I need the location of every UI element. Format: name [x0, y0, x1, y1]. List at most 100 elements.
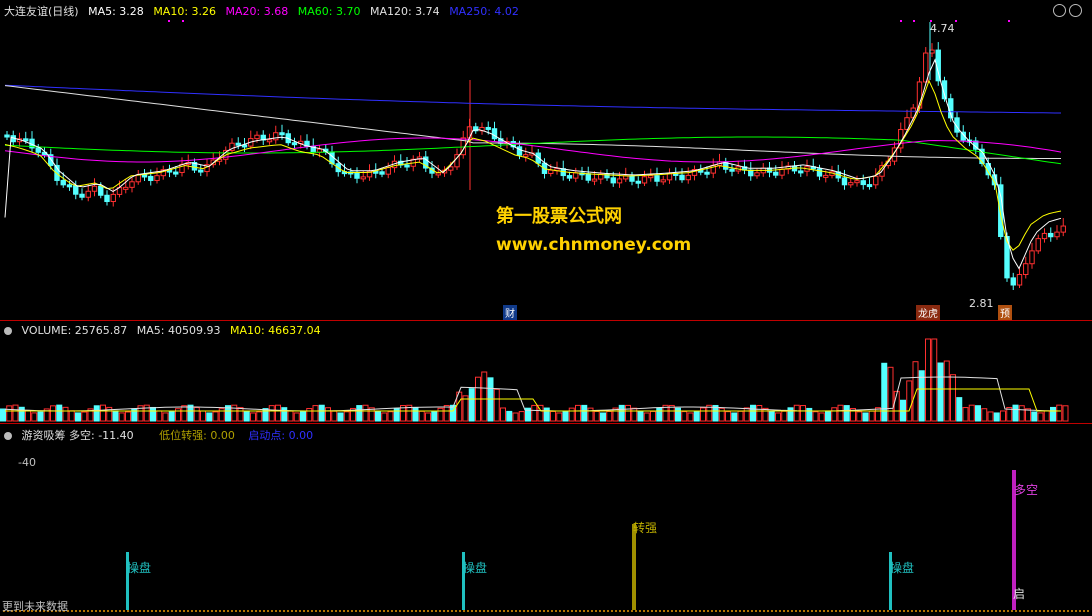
- baseline-dot: [631, 610, 633, 612]
- collapse-icon[interactable]: [4, 432, 12, 440]
- baseline-dot: [1031, 610, 1033, 612]
- future-data-link[interactable]: 更到未来数据: [2, 598, 68, 614]
- baseline-dot: [771, 610, 773, 612]
- volume-bar: [912, 361, 919, 422]
- baseline-dot: [407, 610, 409, 612]
- candlestick-chart[interactable]: [0, 0, 1092, 320]
- volume-bar: [243, 410, 250, 422]
- volume-bar: [993, 412, 1000, 422]
- baseline-dot: [831, 610, 833, 612]
- baseline-dot: [971, 610, 973, 612]
- volume-bar: [531, 404, 538, 422]
- volume-bar: [187, 404, 194, 422]
- volume-bar: [1012, 404, 1019, 422]
- baseline-dot: [923, 610, 925, 612]
- volume-bar: [393, 407, 400, 422]
- maximize-icon[interactable]: [1053, 4, 1066, 17]
- baseline-dot: [551, 610, 553, 612]
- volume-bar: [118, 412, 125, 422]
- volume-bar: [931, 338, 938, 422]
- indicator-chart[interactable]: 操盘 操盘 操盘 转强 多空启: [0, 424, 1092, 616]
- volume-bar: [500, 407, 506, 422]
- baseline-dot: [807, 610, 809, 612]
- baseline-dot: [783, 610, 785, 612]
- volume-bar: [331, 410, 338, 422]
- volume-bar: [862, 412, 869, 422]
- candle-body: [154, 175, 160, 181]
- candle-body: [1016, 274, 1023, 286]
- volume-bar: [1018, 405, 1025, 422]
- baseline-dot: [139, 610, 141, 612]
- volume-bar: [493, 388, 500, 422]
- baseline-dot: [131, 610, 133, 612]
- baseline-dot: [615, 610, 617, 612]
- scale-label: -40: [18, 456, 36, 469]
- baseline-dot: [867, 610, 869, 612]
- label-duokong: 多空: [1014, 483, 1038, 497]
- baseline-dot: [607, 610, 609, 612]
- price-panel[interactable]: 大连友谊(日线) MA5: 3.28 MA10: 3.26 MA20: 3.68…: [0, 0, 1092, 320]
- tag-financial[interactable]: 财: [503, 305, 517, 320]
- baseline-dot: [755, 610, 757, 612]
- baseline-dot: [235, 610, 237, 612]
- legend-vol-ma10: MA10: 46637.04: [229, 324, 321, 337]
- volume-bar: [825, 410, 831, 422]
- close-icon[interactable]: [1069, 4, 1082, 17]
- candle-body: [23, 138, 29, 142]
- volume-bar: [512, 412, 519, 422]
- candle-body: [123, 186, 129, 190]
- baseline-dot: [459, 610, 461, 612]
- candle-body: [91, 185, 98, 192]
- baseline-dot: [891, 610, 893, 612]
- baseline-dot: [523, 610, 525, 612]
- volume-bar: [162, 412, 169, 422]
- baseline-dot: [967, 610, 969, 612]
- baseline-dot: [583, 610, 585, 612]
- baseline-dot: [1007, 610, 1009, 612]
- candle-body: [1010, 277, 1016, 286]
- tag-dragon-tiger[interactable]: 龙虎: [916, 305, 940, 320]
- baseline-dot: [1059, 610, 1061, 612]
- candle-body: [1029, 250, 1035, 265]
- volume-bar: [31, 412, 38, 422]
- stock-title: 大连友谊(日线): [4, 5, 79, 18]
- volume-bar: [768, 411, 775, 422]
- signal-dot: [900, 20, 902, 22]
- baseline-dot: [663, 610, 665, 612]
- volume-bar: [1062, 405, 1069, 422]
- volume-bar: [312, 405, 319, 422]
- label-zhuanqiang: 转强: [633, 520, 657, 535]
- volume-bar: [375, 410, 381, 422]
- candle-body: [654, 175, 660, 182]
- baseline-dot: [871, 610, 873, 612]
- volume-bar: [412, 407, 419, 422]
- baseline-dot: [327, 610, 329, 612]
- baseline-dot: [187, 610, 189, 612]
- volume-bar: [687, 412, 694, 422]
- volume-bar: [625, 404, 631, 422]
- volume-bar: [568, 407, 575, 422]
- candle-body: [516, 146, 523, 156]
- baseline-dot: [1039, 610, 1041, 612]
- baseline-dot: [379, 610, 381, 612]
- baseline-dot: [735, 610, 737, 612]
- volume-bar: [318, 404, 325, 422]
- baseline-dot: [791, 610, 793, 612]
- volume-bar: [937, 362, 944, 422]
- volume-bar: [1000, 410, 1006, 422]
- baseline-dot: [243, 610, 245, 612]
- volume-bar: [481, 371, 488, 422]
- baseline-dot: [679, 610, 681, 612]
- baseline-dot: [391, 610, 393, 612]
- baseline-dot: [635, 610, 637, 612]
- baseline-dot: [159, 610, 161, 612]
- tag-forecast[interactable]: 预: [998, 305, 1012, 320]
- volume-panel[interactable]: VOLUME: 25765.87 MA5: 40509.93 MA10: 466…: [0, 321, 1092, 423]
- volume-bar: [518, 411, 525, 422]
- legend-vol-ma5: MA5: 40509.93: [136, 324, 221, 337]
- baseline-dot: [207, 610, 209, 612]
- indicator-panel[interactable]: 操盘 操盘 操盘 转强 多空启 游资吸筹 多空: -11.40 低位转强: 0.00 启…: [0, 424, 1092, 616]
- baseline-dot: [899, 610, 901, 612]
- baseline-dot: [955, 610, 957, 612]
- collapse-icon[interactable]: [4, 327, 12, 335]
